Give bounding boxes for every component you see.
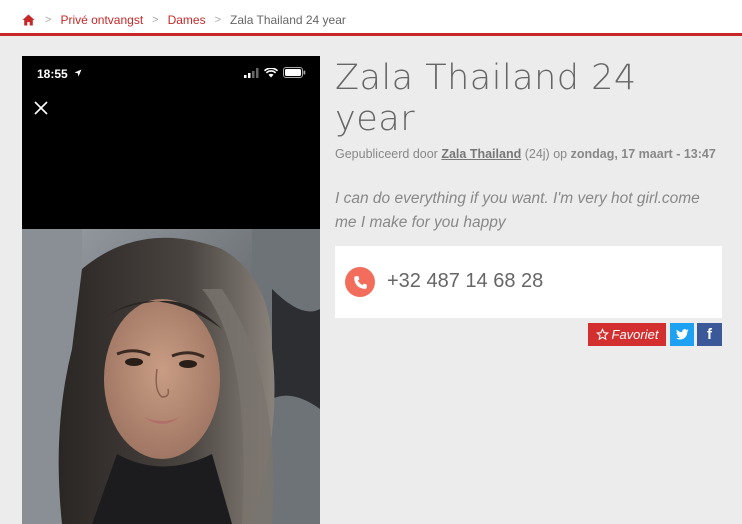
battery-icon [283,67,306,78]
breadcrumb-current: Zala Thailand 24 year [230,13,346,27]
phone-box[interactable]: +32 487 14 68 28 [335,246,722,318]
phone-status-bar: 18:55 [22,56,320,90]
breadcrumb-link-prive-ontvangst[interactable]: Privé ontvangst [60,13,143,27]
breadcrumb-separator: > [45,14,52,26]
author-link[interactable]: Zala Thailand [441,147,521,161]
phone-number[interactable]: +32 487 14 68 28 [387,270,543,293]
meta-prefix: Gepubliceerd door [335,147,438,161]
home-icon[interactable] [22,14,36,26]
phone-icon [345,267,375,297]
breadcrumb: > Privé ontvangst > Dames > Zala Thailan… [22,12,346,28]
top-bar: > Privé ontvangst > Dames > Zala Thailan… [0,0,742,36]
breadcrumb-separator: > [152,14,159,26]
close-icon[interactable] [33,100,49,116]
facebook-share-button[interactable]: f [697,323,722,346]
star-icon [595,328,609,341]
listing-title: Zala Thailand 24 year [335,58,637,139]
meta-on: op [553,147,568,161]
wifi-icon [264,67,278,77]
profile-photo[interactable]: 18:55 [22,56,320,524]
listing-description: I can do everything if you want. I'm ver… [335,190,700,231]
selfie-image [22,229,320,524]
twitter-share-button[interactable] [670,323,694,346]
location-arrow-icon [74,69,82,77]
status-time: 18:55 [37,67,68,81]
author-age: (24j) [524,147,550,161]
breadcrumb-link-dames[interactable]: Dames [168,13,206,27]
publish-date: zondag, 17 maart - 13:47 [570,147,716,161]
facebook-icon: f [707,326,712,343]
signal-icon [244,67,259,78]
listing-meta: Gepubliceerd door Zala Thailand (24j) op… [335,147,720,162]
twitter-icon [675,329,689,340]
breadcrumb-separator: > [214,14,222,26]
favorite-button[interactable]: Favoriet [588,323,666,346]
favorite-label: Favoriet [611,327,659,342]
